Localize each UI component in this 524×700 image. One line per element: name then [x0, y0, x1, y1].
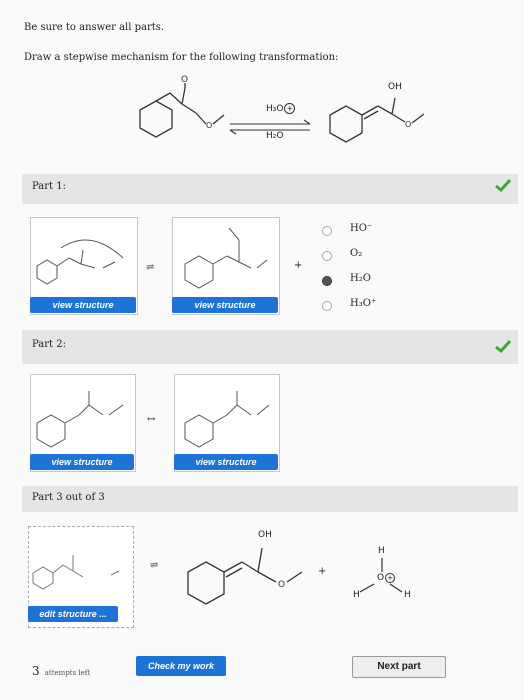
attempts-number: 3 — [32, 664, 40, 678]
part3-plus: + — [318, 566, 327, 577]
hydronium-o: O + — [377, 573, 395, 583]
attempts-left: 3 attempts left — [32, 660, 90, 679]
hydronium-h-top: H — [378, 546, 385, 556]
hydronium-h-left: H — [353, 590, 360, 600]
part3-oh-label: OH — [258, 530, 272, 540]
next-part-button[interactable]: Next part — [352, 656, 446, 678]
part3-product-structure: O — [187, 547, 403, 605]
check-my-work-button[interactable]: Check my work — [136, 656, 226, 676]
svg-text:O: O — [278, 580, 285, 590]
hydronium-h-right: H — [404, 590, 411, 600]
attempts-text: attempts left — [44, 669, 91, 677]
